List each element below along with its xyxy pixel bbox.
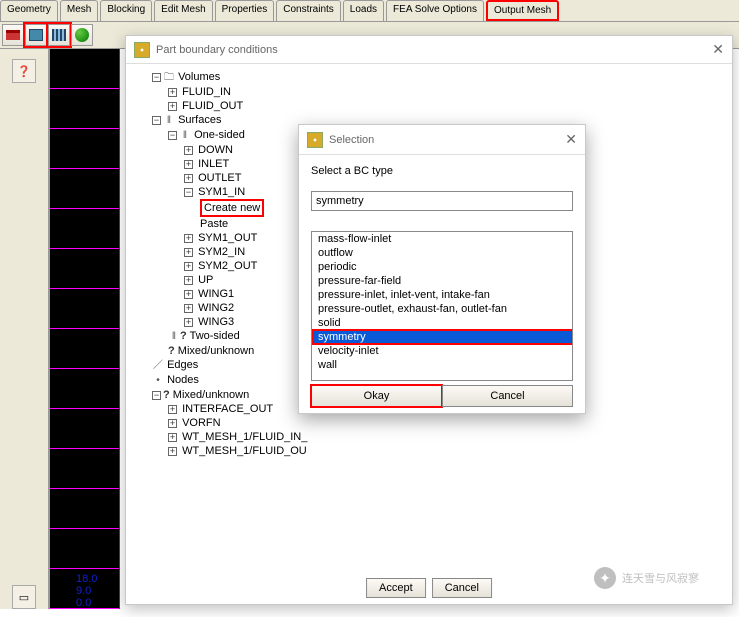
tree-wt1[interactable]: WT_MESH_1/FLUID_IN_ xyxy=(182,431,307,443)
list-item[interactable]: velocity-inlet xyxy=(312,344,572,358)
ruler-val-3: 0.0 xyxy=(76,597,97,609)
tab-loads[interactable]: Loads xyxy=(343,0,384,21)
tree-wing2[interactable]: WING2 xyxy=(198,302,234,314)
tree-mixed1[interactable]: Mixed/unknown xyxy=(178,345,254,357)
tree-fluid-in[interactable]: FLUID_IN xyxy=(182,86,231,98)
wechat-icon: ✦ xyxy=(594,567,616,589)
tree-edges[interactable]: Edges xyxy=(167,359,198,371)
graphics-viewport[interactable] xyxy=(50,49,120,609)
tree-inlet[interactable]: INLET xyxy=(198,158,229,170)
list-item[interactable]: outflow xyxy=(312,246,572,260)
ruler-values: 18.0 9.0 0.0 xyxy=(76,573,97,609)
tree-sym1-in[interactable]: SYM1_IN xyxy=(198,186,245,198)
tree-wing1[interactable]: WING1 xyxy=(198,288,234,300)
part-dialog-buttons: Accept Cancel xyxy=(366,578,492,598)
tab-constraints[interactable]: Constraints xyxy=(276,0,341,21)
tree-mixed2[interactable]: Mixed/unknown xyxy=(173,389,249,401)
tree-sym2-out[interactable]: SYM2_OUT xyxy=(198,260,257,272)
tree-down[interactable]: DOWN xyxy=(198,144,233,156)
tree-interface-out[interactable]: INTERFACE_OUT xyxy=(182,403,273,415)
dialog-icon xyxy=(134,42,150,58)
ruler-val-2: 9.0 xyxy=(76,585,97,597)
part-dialog-title: Part boundary conditions xyxy=(156,44,278,56)
close-icon[interactable]: ✕ xyxy=(712,41,724,58)
tree-nodes[interactable]: Nodes xyxy=(167,374,199,386)
list-item[interactable]: pressure-inlet, inlet-vent, intake-fan xyxy=(312,288,572,302)
tab-properties[interactable]: Properties xyxy=(215,0,275,21)
tree-onesided[interactable]: One-sided xyxy=(194,129,245,141)
toolbar-bc-icon[interactable] xyxy=(25,24,47,46)
toolbar-globe-icon[interactable] xyxy=(71,24,93,46)
tree-paste[interactable]: Paste xyxy=(200,218,228,230)
tree-outlet[interactable]: OUTLET xyxy=(198,172,241,184)
list-item-selected[interactable]: symmetry xyxy=(312,330,572,344)
tree-wing3[interactable]: WING3 xyxy=(198,316,234,328)
tree-up[interactable]: UP xyxy=(198,274,213,286)
tab-outputmesh[interactable]: Output Mesh xyxy=(486,0,559,21)
tree-volumes[interactable]: Volumes xyxy=(178,71,220,83)
list-item[interactable]: wall xyxy=(312,358,572,372)
list-item[interactable]: mass-flow-inlet xyxy=(312,232,572,246)
panel-icon[interactable]: ▭ xyxy=(12,585,36,609)
tree-fluid-out[interactable]: FLUID_OUT xyxy=(182,100,243,112)
close-icon[interactable]: ✕ xyxy=(565,131,577,148)
selection-titlebar[interactable]: Selection ✕ xyxy=(299,125,585,155)
watermark-text: 连天雪与风寂寥 xyxy=(622,570,699,586)
bc-type-input[interactable] xyxy=(311,191,573,211)
dialog-icon xyxy=(307,132,323,148)
list-item[interactable]: periodic xyxy=(312,260,572,274)
tree-wt2[interactable]: WT_MESH_1/FLUID_OU xyxy=(182,445,307,457)
cancel-button[interactable]: Cancel xyxy=(432,578,492,598)
selection-prompt: Select a BC type xyxy=(311,165,573,177)
tab-mesh[interactable]: Mesh xyxy=(60,0,98,21)
bc-type-list[interactable]: mass-flow-inlet outflow periodic pressur… xyxy=(311,231,573,381)
tab-geometry[interactable]: Geometry xyxy=(0,0,58,21)
tree-sym1-out[interactable]: SYM1_OUT xyxy=(198,232,257,244)
tree-twosided[interactable]: Two-sided xyxy=(190,330,240,342)
tab-feasolve[interactable]: FEA Solve Options xyxy=(386,0,484,21)
selection-title: Selection xyxy=(329,134,374,146)
list-item[interactable]: pressure-outlet, exhaust-fan, outlet-fan xyxy=(312,302,572,316)
ruler-val-1: 18.0 xyxy=(76,573,97,585)
main-tabs: Geometry Mesh Blocking Edit Mesh Propert… xyxy=(0,0,739,22)
watermark: ✦ 连天雪与风寂寥 xyxy=(594,567,699,589)
tab-editmesh[interactable]: Edit Mesh xyxy=(154,0,212,21)
selection-buttons: Okay Cancel xyxy=(311,385,573,407)
list-item[interactable]: solid xyxy=(312,316,572,330)
tree-sym2-in[interactable]: SYM2_IN xyxy=(198,246,245,258)
okay-button[interactable]: Okay xyxy=(311,385,442,407)
part-dialog-titlebar[interactable]: Part boundary conditions ✕ xyxy=(126,36,732,64)
list-item[interactable]: pressure-far-field xyxy=(312,274,572,288)
left-panel: ❓ ▭ xyxy=(0,49,50,609)
tree-create-new[interactable]: Create new xyxy=(200,199,264,217)
tree-vorfn[interactable]: VORFN xyxy=(182,417,221,429)
toolbar-open-icon[interactable] xyxy=(2,24,24,46)
help-icon[interactable]: ❓ xyxy=(12,59,36,83)
tree-surfaces[interactable]: Surfaces xyxy=(178,114,221,126)
toolbar-mesh-icon[interactable] xyxy=(48,24,70,46)
sel-cancel-button[interactable]: Cancel xyxy=(442,385,573,407)
accept-button[interactable]: Accept xyxy=(366,578,426,598)
tab-blocking[interactable]: Blocking xyxy=(100,0,152,21)
selection-dialog: Selection ✕ Select a BC type mass-flow-i… xyxy=(298,124,586,414)
